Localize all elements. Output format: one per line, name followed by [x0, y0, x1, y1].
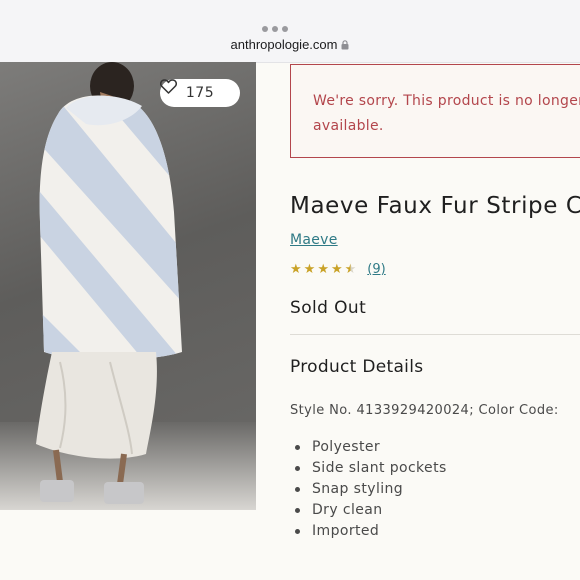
style-number: Style No. 4133929420024; Color Code: [290, 403, 559, 418]
bullet-icon [295, 529, 300, 534]
section-divider [290, 334, 580, 335]
address-bar[interactable]: anthropologie.com [0, 37, 580, 52]
list-item: Imported [295, 521, 447, 542]
list-item: Polyester [295, 437, 447, 458]
notice-message: We're sorry. This product is no longer a… [313, 93, 580, 134]
model-in-fur-coat-illustration [0, 62, 256, 510]
star-icon: ★ [317, 261, 329, 277]
star-icon: ★ [290, 261, 302, 277]
heart-outline-icon [160, 79, 177, 94]
brand-link[interactable]: Maeve [290, 232, 338, 248]
availability-status: Sold Out [290, 298, 367, 318]
bullet-icon [295, 466, 300, 471]
bullet-icon [295, 487, 300, 492]
list-item: Snap styling [295, 479, 447, 500]
star-icon: ★ [330, 261, 343, 277]
bullet-icon [295, 445, 300, 450]
lock-icon [341, 40, 349, 50]
more-dots-icon[interactable] [262, 26, 288, 32]
url-text: anthropologie.com [230, 37, 338, 52]
star-rating[interactable]: ★ ★ ★ ★ ★ (9) [290, 262, 386, 277]
like-button[interactable]: 175 [160, 79, 240, 107]
bullet-icon [295, 508, 300, 513]
product-details-heading[interactable]: Product Details [290, 357, 423, 377]
product-title: Maeve Faux Fur Stripe C [290, 193, 580, 219]
browser-toolbar: anthropologie.com [0, 0, 580, 63]
reviews-link[interactable]: (9) [367, 262, 385, 277]
likes-count: 175 [185, 85, 215, 101]
list-item: Dry clean [295, 500, 447, 521]
half-star-icon: ★ [344, 261, 357, 277]
unavailable-notice: We're sorry. This product is no longer a… [290, 64, 580, 158]
star-icon: ★ [303, 261, 316, 277]
list-item: Side slant pockets [295, 458, 447, 479]
product-image[interactable]: 175 [0, 62, 256, 510]
feature-list: Polyester Side slant pockets Snap stylin… [295, 437, 447, 542]
